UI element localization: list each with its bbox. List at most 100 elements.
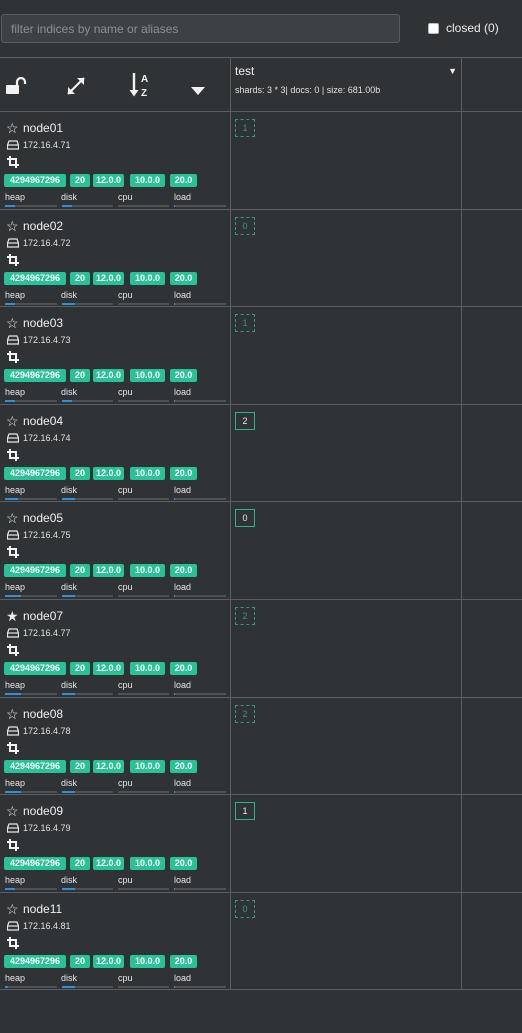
index-menu-caret-icon[interactable]: ▼ xyxy=(448,66,457,76)
empty-cell xyxy=(462,600,522,697)
metric-bar-fill xyxy=(5,692,21,695)
svg-text:Z: Z xyxy=(141,88,147,98)
crop-icon xyxy=(7,253,19,266)
star-icon: ☆ xyxy=(6,803,19,820)
node-header: ☆ node11 xyxy=(6,902,62,916)
node-name[interactable]: node08 xyxy=(23,707,63,721)
shard-primary[interactable]: 1 xyxy=(235,802,255,821)
unlock-icon[interactable] xyxy=(5,76,27,100)
metric-bar-load xyxy=(174,888,226,891)
closed-checkbox[interactable] xyxy=(428,22,439,34)
node-name[interactable]: node04 xyxy=(23,414,63,428)
metric-label-load: load xyxy=(174,582,192,593)
expand-icon[interactable] xyxy=(66,76,86,101)
empty-cell xyxy=(462,698,522,795)
empty-cell xyxy=(462,112,522,209)
shard-primary[interactable]: 0 xyxy=(235,509,255,528)
metric-label-load: load xyxy=(174,289,192,300)
metric-bar-disk xyxy=(62,205,113,207)
shard-replica[interactable]: 1 xyxy=(235,314,255,333)
metric-label-cpu: cpu xyxy=(118,289,133,300)
metric-bar-load xyxy=(174,205,226,207)
stat-badge: 10.0.0 xyxy=(130,271,165,285)
stat-badge: 20.0 xyxy=(170,369,197,383)
metric-bar-cpu xyxy=(118,595,169,598)
hdd-icon xyxy=(7,140,19,150)
node-name[interactable]: node11 xyxy=(23,902,62,916)
stat-badge: 20 xyxy=(70,369,90,383)
node-cell: ☆ node04 172.16.4.74 4294967296 20 12.0.0 10.0… xyxy=(0,404,231,502)
metric-bar-fill xyxy=(62,985,75,988)
index-name: test xyxy=(235,64,255,78)
filter-indices-input[interactable] xyxy=(1,14,400,43)
shard-replica[interactable]: 0 xyxy=(235,899,255,918)
shard-primary[interactable]: 2 xyxy=(235,411,255,430)
crop-icon xyxy=(7,156,19,168)
node-name[interactable]: node07 xyxy=(23,609,63,623)
sort-alpha-icon[interactable]: AZ xyxy=(129,72,153,103)
metric-label-load: load xyxy=(174,192,192,202)
stat-badge: 10.0.0 xyxy=(130,857,165,871)
star-icon: ☆ xyxy=(6,900,19,917)
shard-replica[interactable]: 1 xyxy=(235,119,255,137)
metric-label-disk: disk xyxy=(61,679,78,690)
metric-bar-fill xyxy=(5,497,18,500)
shard-cell: 1 xyxy=(231,307,462,404)
stat-badge: 10.0.0 xyxy=(130,466,165,480)
caret-down-icon[interactable] xyxy=(191,82,205,100)
metric-bar-fill xyxy=(5,595,21,598)
node-address: 172.16.4.78 xyxy=(7,726,71,736)
metric-bar-disk xyxy=(62,692,113,695)
empty-cell xyxy=(462,405,522,502)
node-name[interactable]: node01 xyxy=(23,121,63,135)
node-name[interactable]: node09 xyxy=(23,804,63,818)
metric-bar-fill xyxy=(62,302,75,305)
stat-badge: 20 xyxy=(70,954,90,968)
shard-replica[interactable]: 2 xyxy=(235,606,255,625)
stat-badge: 20 xyxy=(70,759,90,773)
crop-icon xyxy=(7,936,19,949)
hdd-icon xyxy=(7,433,19,443)
stat-badge: 20.0 xyxy=(170,564,197,578)
hdd-icon xyxy=(7,823,19,833)
metric-bar-cpu xyxy=(118,205,169,207)
stat-badge: 12.0.0 xyxy=(93,954,124,968)
node-header: ☆ node01 xyxy=(6,121,63,135)
stat-badge: 20.0 xyxy=(170,857,197,871)
metric-bar-heap xyxy=(5,205,57,207)
node-name[interactable]: node05 xyxy=(23,511,63,525)
metric-bar-heap xyxy=(5,790,57,793)
metric-bar-disk xyxy=(62,497,113,500)
node-name[interactable]: node02 xyxy=(23,219,63,233)
node-name[interactable]: node03 xyxy=(23,316,63,330)
metric-bar-load xyxy=(174,400,226,403)
shard-replica[interactable]: 0 xyxy=(235,216,255,235)
stat-badge: 4294967296 xyxy=(4,271,66,285)
metric-bar-disk xyxy=(62,985,113,988)
svg-text:A: A xyxy=(141,74,148,85)
metric-label-load: load xyxy=(174,484,192,495)
hdd-icon xyxy=(7,335,19,345)
node-ip: 172.16.4.75 xyxy=(23,530,71,541)
stat-badge: 10.0.0 xyxy=(130,661,165,675)
stat-badge: 10.0.0 xyxy=(130,174,165,187)
stat-badge: 20 xyxy=(70,564,90,578)
stat-badge: 20.0 xyxy=(170,954,197,968)
metric-bar-fill xyxy=(174,205,175,207)
metric-bar-load xyxy=(174,985,226,988)
stat-badge: 4294967296 xyxy=(4,174,66,187)
metric-label-heap: heap xyxy=(5,192,26,202)
shard-replica[interactable]: 2 xyxy=(235,704,255,723)
closed-toggle[interactable]: closed (0) xyxy=(428,21,499,35)
stat-badge: 4294967296 xyxy=(4,759,66,773)
metric-label-disk: disk xyxy=(61,582,78,593)
metric-label-cpu: cpu xyxy=(118,582,133,593)
hdd-icon xyxy=(7,725,19,736)
index-header-test[interactable]: test ▼ shards: 3 * 3| docs: 0 | size: 68… xyxy=(231,58,462,111)
node-ip: 172.16.4.74 xyxy=(23,432,71,443)
node-ip: 172.16.4.78 xyxy=(23,725,71,736)
node-header: ☆ node05 xyxy=(6,511,63,525)
metric-bar-load xyxy=(174,302,226,305)
node-header: ☆ node03 xyxy=(6,316,63,330)
empty-cell xyxy=(462,893,522,990)
